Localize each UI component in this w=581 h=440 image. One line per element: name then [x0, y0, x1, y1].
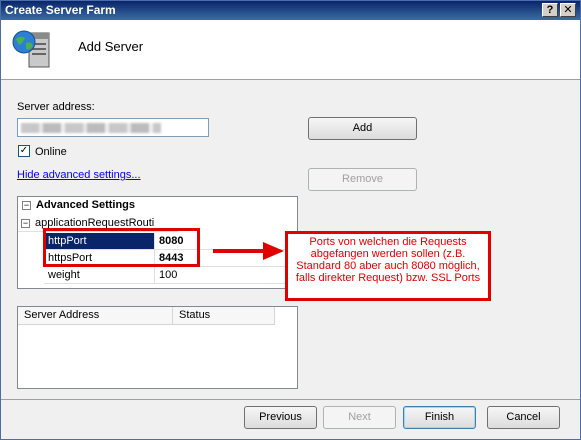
hide-advanced-settings-link[interactable]: Hide advanced settings...	[17, 169, 141, 181]
add-button[interactable]: Add	[308, 117, 417, 140]
highlight-ports-box	[43, 228, 200, 267]
server-address-input[interactable]	[17, 118, 209, 137]
server-globe-icon	[12, 30, 50, 68]
section-collapse-icon[interactable]: −	[21, 219, 30, 228]
property-value[interactable]: 100	[154, 267, 299, 284]
redacted-address-text	[21, 123, 161, 133]
close-button[interactable]: ✕	[560, 3, 576, 17]
remove-button[interactable]: Remove	[308, 168, 417, 191]
advanced-settings-title: Advanced Settings	[36, 199, 136, 211]
collapse-icon[interactable]: −	[22, 201, 31, 210]
server-address-label: Server address:	[17, 101, 95, 113]
online-checkbox[interactable]: ✓	[18, 145, 30, 157]
wizard-header: Add Server	[1, 20, 580, 80]
help-button[interactable]: ?	[542, 3, 558, 17]
create-server-farm-dialog: Create Server Farm ? ✕ Add Server Server…	[0, 0, 581, 440]
property-name: weight	[44, 267, 154, 284]
footer-divider	[1, 399, 580, 400]
page-title: Add Server	[78, 39, 144, 54]
arrow-right-icon	[213, 242, 284, 260]
finish-button[interactable]: Finish	[403, 406, 476, 429]
online-label: Online	[35, 146, 67, 158]
server-list[interactable]: Server Address Status	[17, 306, 298, 389]
cancel-button[interactable]: Cancel	[487, 406, 560, 429]
column-header-server-address[interactable]: Server Address	[18, 307, 173, 325]
window-title: Create Server Farm	[5, 3, 116, 17]
previous-button[interactable]: Previous	[244, 406, 317, 429]
advanced-settings-header[interactable]: − Advanced Settings	[18, 197, 297, 214]
property-row-weight[interactable]: weight 100	[18, 267, 299, 284]
annotation-callout: Ports von welchen die Requests abgefange…	[285, 231, 491, 301]
next-button[interactable]: Next	[323, 406, 396, 429]
title-bar: Create Server Farm ? ✕	[1, 1, 580, 20]
column-header-status[interactable]: Status	[173, 307, 275, 325]
